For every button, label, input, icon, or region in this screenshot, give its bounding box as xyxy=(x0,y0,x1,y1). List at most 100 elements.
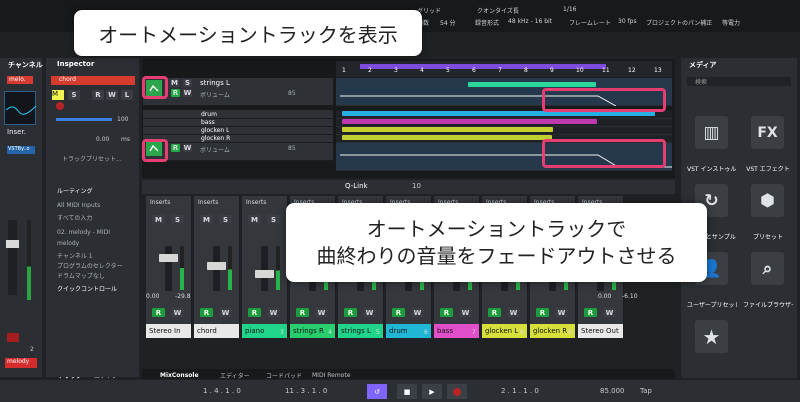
editor-tab[interactable]: エディター xyxy=(220,370,250,380)
channel-write-button[interactable]: W xyxy=(267,308,280,317)
media-label-1[interactable]: VST エフェクト xyxy=(743,164,793,173)
channel-write-button[interactable]: W xyxy=(411,308,424,317)
fx-icon[interactable]: FX xyxy=(751,116,784,149)
channel-mute-button[interactable]: M xyxy=(200,215,213,224)
inserts-label[interactable]: Inserts xyxy=(198,199,218,206)
media-search[interactable]: 検索 xyxy=(687,77,791,86)
channel-fader[interactable] xyxy=(165,246,172,291)
channel-fader-knob[interactable] xyxy=(159,254,178,262)
top-write-button[interactable]: W xyxy=(183,89,192,97)
bottom-read-button[interactable]: R xyxy=(171,144,180,152)
preset-icon[interactable]: ⬢ xyxy=(751,184,784,217)
channel-fader-knob[interactable] xyxy=(207,262,226,270)
inspector-chord[interactable]: chord xyxy=(51,76,135,85)
channel-fader[interactable] xyxy=(261,246,268,291)
melody-select[interactable]: melody xyxy=(57,240,79,247)
glocken-l-track-name[interactable]: glocken L xyxy=(201,127,229,134)
top-mute-button[interactable]: M xyxy=(170,79,179,87)
channel-write-button[interactable]: W xyxy=(555,308,568,317)
stop-button[interactable]: ■ xyxy=(397,384,417,399)
channel-mute-button[interactable]: M xyxy=(248,215,261,224)
channel-name[interactable]: chord xyxy=(194,324,239,338)
channel-name[interactable]: Stereo Out xyxy=(578,324,623,338)
track-preset-field[interactable]: トラックプリセット... xyxy=(62,154,122,163)
inspector-lock-button[interactable]: L xyxy=(121,90,133,100)
chord-pad-tab[interactable]: コードパッド xyxy=(266,370,302,380)
quantize-mode[interactable]: クオンタイズ長 xyxy=(477,6,519,15)
channel-solo-button[interactable]: S xyxy=(267,215,280,224)
inspector-volume-slider[interactable] xyxy=(56,118,112,121)
channel-read-button[interactable]: R xyxy=(344,308,357,317)
inspector-record-button[interactable] xyxy=(56,102,64,110)
channel-write-button[interactable]: W xyxy=(603,308,616,317)
media-label-5[interactable]: ファイルブラウザー xyxy=(743,300,793,309)
inspector-write-button[interactable]: W xyxy=(106,90,118,100)
channel-number: 6 xyxy=(424,329,428,336)
channel-name[interactable]: Stereo In xyxy=(146,324,191,338)
bass-track-name[interactable]: bass xyxy=(201,119,215,126)
channel-write-button[interactable]: W xyxy=(219,308,232,317)
channel-read-button[interactable]: R xyxy=(152,308,165,317)
channel-read-button[interactable]: R xyxy=(296,308,309,317)
top-track-name[interactable]: strings L xyxy=(200,79,230,87)
grid-value[interactable]: 1/16 xyxy=(563,6,576,13)
file-browser-icon[interactable]: ⌕ xyxy=(751,252,784,285)
glocken-r-track-name[interactable]: glocken R xyxy=(201,135,230,142)
output-select[interactable]: 02. melody - MIDI xyxy=(57,229,110,236)
midi-input-select[interactable]: All MIDI Inputs xyxy=(57,202,100,209)
bottom-write-button[interactable]: W xyxy=(183,144,192,152)
channel-read-button[interactable]: R xyxy=(200,308,213,317)
top-read-button[interactable]: R xyxy=(171,89,180,97)
glocken-l-part[interactable] xyxy=(342,127,553,132)
media-label-0[interactable]: VST インストゥルメント xyxy=(687,164,737,173)
channel-read-button[interactable]: R xyxy=(536,308,549,317)
midi-remote-tab[interactable]: MIDI Remote xyxy=(312,370,350,380)
left-bottom-track[interactable]: melody xyxy=(5,358,37,368)
program-selector[interactable]: プログラムのセレクター xyxy=(57,261,123,270)
channel-solo-button[interactable]: S xyxy=(171,215,184,224)
inspector-read-button[interactable]: R xyxy=(92,90,104,100)
cycle-button[interactable]: ↺ xyxy=(367,384,387,399)
record-button[interactable] xyxy=(447,384,467,399)
channel-read-button[interactable]: R xyxy=(440,308,453,317)
left-fader[interactable] xyxy=(6,220,19,295)
media-label-3[interactable]: プリセット xyxy=(743,232,793,241)
channel-write-button[interactable]: W xyxy=(171,308,184,317)
left-insert-button[interactable]: Inser. xyxy=(7,128,26,136)
top-solo-button[interactable]: S xyxy=(183,79,192,87)
channel-fader-knob[interactable] xyxy=(255,270,274,278)
inspector-mute-button[interactable]: M xyxy=(52,90,64,100)
channel-solo-button[interactable]: S xyxy=(219,215,232,224)
channel-read-button[interactable]: R xyxy=(248,308,261,317)
favorite-star-icon[interactable]: ★ xyxy=(695,320,728,353)
inspector-solo-button[interactable]: S xyxy=(68,90,80,100)
quick-control-section[interactable]: クイックコントロール xyxy=(57,284,117,293)
left-track-name[interactable]: melo. xyxy=(7,76,33,84)
piano-icon[interactable]: ▥ xyxy=(695,116,728,149)
tap-button[interactable]: Tap xyxy=(640,387,652,395)
channel-write-button[interactable]: W xyxy=(315,308,328,317)
play-button[interactable]: ▶ xyxy=(422,384,442,399)
channel-mute-button[interactable]: M xyxy=(152,215,165,224)
drum-track-name[interactable]: drum xyxy=(201,111,217,118)
q-link-button[interactable]: Q-Link xyxy=(345,182,368,190)
bass-part[interactable] xyxy=(342,119,597,124)
channel-read-button[interactable]: R xyxy=(584,308,597,317)
glocken-r-part[interactable] xyxy=(342,135,552,140)
inserts-label[interactable]: Inserts xyxy=(150,199,170,206)
left-record-button[interactable] xyxy=(7,333,19,342)
channel-number: 5 xyxy=(376,329,380,336)
channel-read-button[interactable]: R xyxy=(488,308,501,317)
channel-read-button[interactable]: R xyxy=(392,308,405,317)
channel-select[interactable]: チャンネル 1 xyxy=(57,251,93,260)
channel-write-button[interactable]: W xyxy=(363,308,376,317)
routing-section[interactable]: ルーティング xyxy=(57,186,93,195)
drum-map-select[interactable]: ドラムマップなし xyxy=(57,271,105,280)
inserts-label[interactable]: Inserts xyxy=(246,199,266,206)
mixconsole-tab[interactable]: MixConsole xyxy=(160,370,199,380)
channel-write-button[interactable]: W xyxy=(507,308,520,317)
media-label-4[interactable]: ユーザープリセット xyxy=(687,300,737,309)
left-vst-label[interactable]: VSTBy..o xyxy=(7,146,35,154)
all-inputs-select[interactable]: すべての入力 xyxy=(57,213,92,222)
channel-write-button[interactable]: W xyxy=(459,308,472,317)
